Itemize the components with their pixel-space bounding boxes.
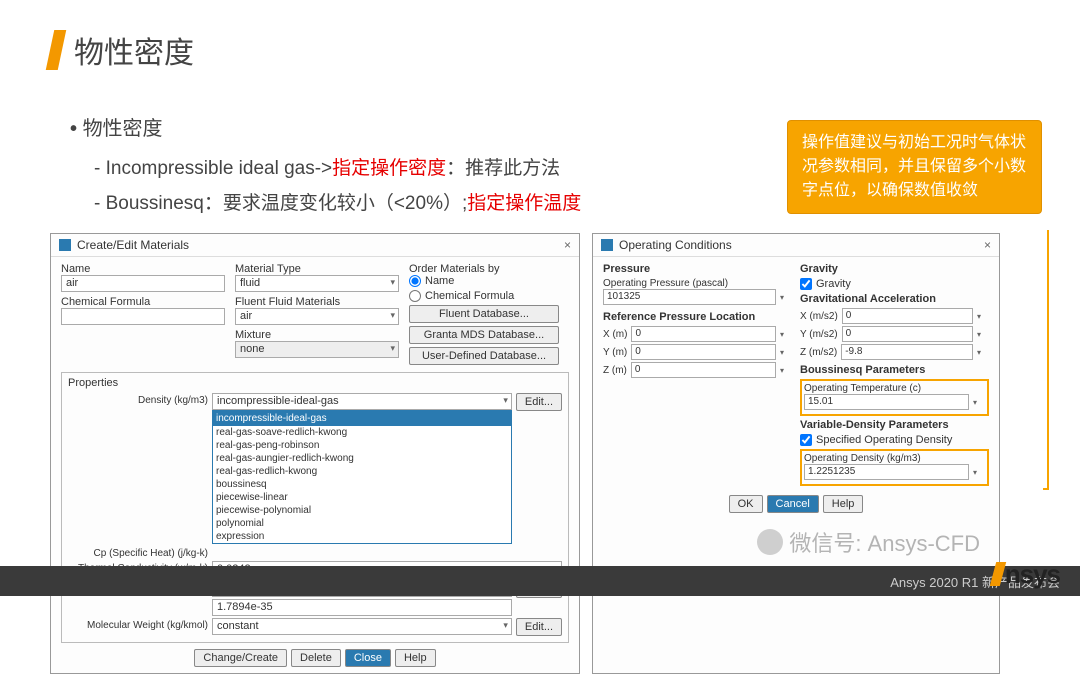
materials-dialog: Create/Edit Materials × Name air Chemica… (50, 233, 580, 674)
title-section: 物性密度 (50, 28, 1030, 72)
mix-label: Mixture (235, 329, 399, 341)
dd-opt[interactable]: piecewise-polynomial (213, 504, 511, 517)
op-temp-label: Operating Temperature (c) (804, 383, 985, 394)
gx-input[interactable]: 0 (842, 308, 973, 324)
title-accent (46, 30, 67, 70)
mw-dropdown[interactable]: constant (212, 618, 512, 635)
mtype-dropdown[interactable]: fluid (235, 275, 399, 292)
op-temp-input[interactable]: 15.01 (804, 394, 969, 410)
spinner-icon[interactable]: ▾ (780, 293, 792, 302)
close-icon[interactable]: × (564, 238, 571, 252)
wechat-icon (757, 529, 783, 555)
screenshots: Create/Edit Materials × Name air Chemica… (50, 233, 1030, 674)
name-input[interactable]: air (61, 275, 225, 292)
gravity-title: Gravity (800, 263, 989, 275)
dd-opt[interactable]: boussinesq (213, 478, 511, 491)
vardens-title: Variable-Density Parameters (800, 419, 989, 431)
visc-value[interactable]: 1.7894e-35 (212, 599, 512, 616)
dialog-icon (59, 239, 71, 251)
order-label: Order Materials by (409, 263, 569, 275)
annotation-box: 操作值建议与初始工况时气体状况参数相同，并且保留多个小数字点位，以确保数值收敛 (787, 120, 1042, 214)
order-name-radio[interactable] (409, 275, 421, 287)
operating-conditions-dialog: Operating Conditions × Pressure Operatin… (592, 233, 1000, 674)
footer: Ansys 2020 R1 新产品发布会 (0, 566, 1080, 596)
density-dropdown[interactable]: incompressible-ideal-gas (212, 393, 512, 410)
dd-opt[interactable]: real-gas-redlich-kwong (213, 465, 511, 478)
dialog-titlebar: Operating Conditions × (593, 234, 999, 257)
help-button[interactable]: Help (823, 495, 864, 513)
properties-title: Properties (68, 377, 562, 389)
x-input[interactable]: 0 (631, 326, 776, 342)
properties-group: Properties Density (kg/m3) incompressibl… (61, 372, 569, 643)
ref-loc-title: Reference Pressure Location (603, 311, 792, 323)
cancel-button[interactable]: Cancel (767, 495, 819, 513)
dd-opt[interactable]: piecewise-linear (213, 491, 511, 504)
dd-opt[interactable]: real-gas-peng-robinson (213, 439, 511, 452)
y-input[interactable]: 0 (631, 344, 776, 360)
mtype-label: Material Type (235, 263, 399, 275)
chem-input[interactable] (61, 308, 225, 325)
mix-dropdown: none (235, 341, 399, 358)
user-db-button[interactable]: User-Defined Database... (409, 347, 559, 365)
highlight-density: Operating Density (kg/m3) 1.2251235▾ (800, 449, 989, 486)
op-dens-input[interactable]: 1.2251235 (804, 464, 969, 480)
order-chem-radio[interactable] (409, 290, 421, 302)
change-create-button[interactable]: Change/Create (194, 649, 287, 667)
spec-density-checkbox[interactable] (800, 434, 812, 446)
granta-db-button[interactable]: Granta MDS Database... (409, 326, 559, 344)
edit-button[interactable]: Edit... (516, 618, 562, 636)
help-button[interactable]: Help (395, 649, 436, 667)
dd-opt[interactable]: expression (213, 530, 511, 543)
pressure-title: Pressure (603, 263, 792, 275)
dialog-title-text: Operating Conditions (619, 238, 732, 252)
mw-label: Molecular Weight (kg/kmol) (68, 618, 208, 631)
highlight-temp: Operating Temperature (c) 15.01▾ (800, 379, 989, 416)
ansys-logo: nsys (993, 559, 1060, 590)
chem-label: Chemical Formula (61, 296, 225, 308)
name-label: Name (61, 263, 225, 275)
grav-acc-title: Gravitational Acceleration (800, 293, 989, 305)
ok-button[interactable]: OK (729, 495, 763, 513)
cp-label: Cp (Specific Heat) (j/kg-k) (68, 546, 208, 559)
op-press-label: Operating Pressure (pascal) (603, 278, 792, 289)
gz-input[interactable]: -9.8 (841, 344, 973, 360)
page-title: 物性密度 (74, 28, 194, 72)
z-input[interactable]: 0 (631, 362, 776, 378)
edit-button[interactable]: Edit... (516, 393, 562, 411)
boussinesq-title: Boussinesq Parameters (800, 364, 989, 376)
slide: 物性密度 物性密度 - Incompressible ideal gas->指定… (0, 0, 1080, 596)
dd-opt[interactable]: real-gas-aungier-redlich-kwong (213, 452, 511, 465)
close-icon[interactable]: × (984, 238, 991, 252)
dialog-title-text: Create/Edit Materials (77, 238, 189, 252)
op-dens-label: Operating Density (kg/m3) (804, 453, 985, 464)
delete-button[interactable]: Delete (291, 649, 341, 667)
dialog-titlebar: Create/Edit Materials × (51, 234, 579, 257)
connector-line (1043, 230, 1049, 490)
dd-opt[interactable]: real-gas-soave-redlich-kwong (213, 426, 511, 439)
close-button[interactable]: Close (345, 649, 391, 667)
ffm-label: Fluent Fluid Materials (235, 296, 399, 308)
density-dropdown-list[interactable]: incompressible-ideal-gas real-gas-soave-… (212, 410, 512, 544)
density-label: Density (kg/m3) (68, 393, 208, 406)
wechat-watermark: 微信号: Ansys-CFD (757, 526, 980, 558)
dialog-icon (601, 239, 613, 251)
ffm-dropdown[interactable]: air (235, 308, 399, 325)
dd-opt[interactable]: incompressible-ideal-gas (213, 411, 511, 426)
fluent-db-button[interactable]: Fluent Database... (409, 305, 559, 323)
gravity-checkbox[interactable] (800, 278, 812, 290)
gy-input[interactable]: 0 (842, 326, 973, 342)
dd-opt[interactable]: polynomial (213, 517, 511, 530)
op-press-input[interactable]: 101325 (603, 289, 776, 305)
